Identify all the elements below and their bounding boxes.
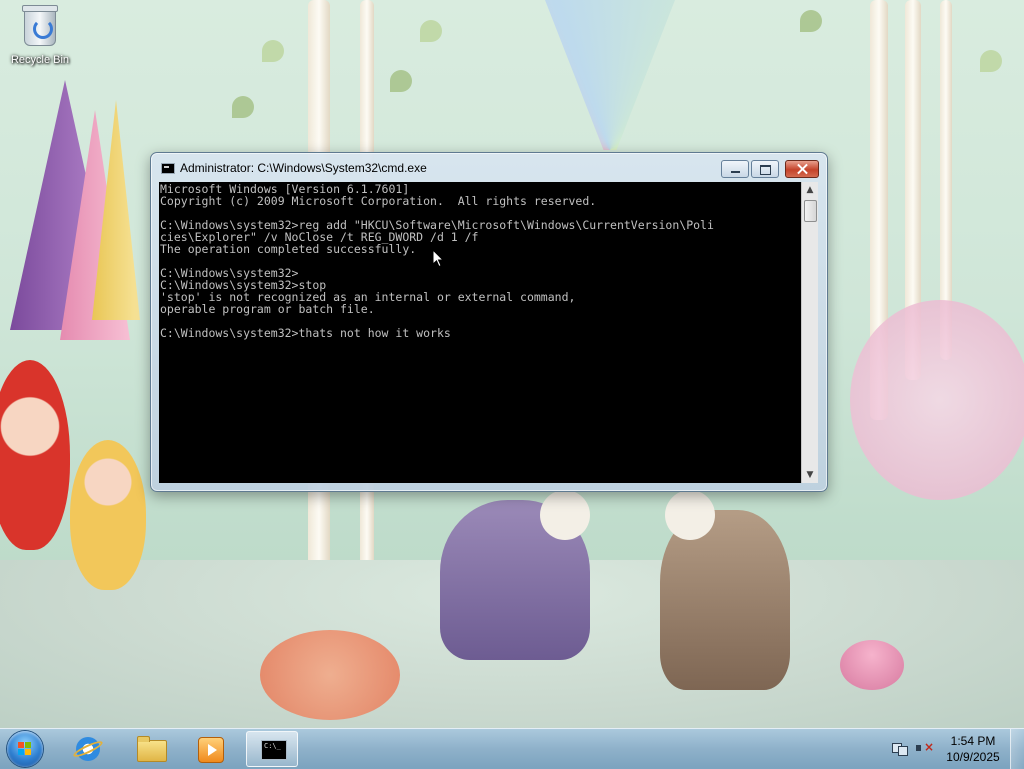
- wallpaper-character: [665, 490, 715, 540]
- recycle-bin-label: Recycle Bin: [10, 54, 70, 66]
- volume-muted-icon[interactable]: [916, 740, 934, 755]
- taskbar-file-explorer[interactable]: [124, 731, 176, 767]
- recycle-bin-icon: [22, 5, 58, 46]
- clock-time: 1:54 PM: [950, 734, 996, 748]
- cmd-window[interactable]: Administrator: C:\Windows\System32\cmd.e…: [150, 152, 828, 492]
- taskbar-media-player[interactable]: [184, 731, 236, 767]
- clock-date: 10/9/2025: [946, 750, 1000, 764]
- maximize-button[interactable]: [751, 160, 779, 178]
- internet-explorer-icon: [76, 737, 100, 761]
- recycle-bin[interactable]: Recycle Bin: [6, 5, 74, 66]
- minimize-button[interactable]: [721, 160, 749, 178]
- cmd-icon[interactable]: [161, 163, 175, 174]
- taskbar-internet-explorer[interactable]: [62, 731, 114, 767]
- start-button[interactable]: [7, 731, 43, 767]
- wallpaper-leaf: [980, 50, 1002, 72]
- wallpaper-light-rays: [545, 0, 675, 150]
- file-explorer-icon: [137, 736, 167, 762]
- close-button[interactable]: [785, 160, 819, 178]
- wallpaper-character: [540, 490, 590, 540]
- wallpaper-leaf: [390, 70, 412, 92]
- window-titlebar[interactable]: Administrator: C:\Windows\System32\cmd.e…: [151, 153, 827, 183]
- network-icon[interactable]: [892, 741, 908, 756]
- system-clock[interactable]: 1:54 PM 10/9/2025: [940, 733, 1006, 765]
- show-desktop-button[interactable]: [1010, 729, 1024, 769]
- windows-start-icon: [18, 742, 32, 756]
- scroll-down-arrow-icon[interactable]: ▼: [802, 467, 818, 483]
- scroll-up-arrow-icon[interactable]: ▲: [802, 182, 818, 198]
- wallpaper-leaf: [800, 10, 822, 32]
- mouse-pointer-icon: [433, 250, 445, 268]
- console-text: Microsoft Windows [Version 6.1.7601] Cop…: [160, 182, 714, 340]
- console-output[interactable]: Microsoft Windows [Version 6.1.7601] Cop…: [159, 182, 801, 483]
- window-title: Administrator: C:\Windows\System32\cmd.e…: [180, 161, 427, 175]
- cmd-icon: [261, 740, 287, 760]
- vertical-scrollbar[interactable]: ▲ ▼: [801, 182, 818, 483]
- media-player-icon: [198, 737, 224, 763]
- wallpaper-leaf: [262, 40, 284, 62]
- wallpaper-cupcake: [840, 640, 904, 690]
- wallpaper-doll: [70, 440, 146, 590]
- wallpaper-flower: [260, 630, 400, 720]
- taskbar-cmd[interactable]: [246, 731, 298, 767]
- taskbar: 1:54 PM 10/9/2025: [0, 728, 1024, 769]
- wallpaper-doll: [0, 360, 70, 550]
- wallpaper-leaf: [420, 20, 442, 42]
- wallpaper-pink-plant: [850, 300, 1024, 500]
- scrollbar-thumb[interactable]: [804, 200, 817, 222]
- wallpaper-leaf: [232, 96, 254, 118]
